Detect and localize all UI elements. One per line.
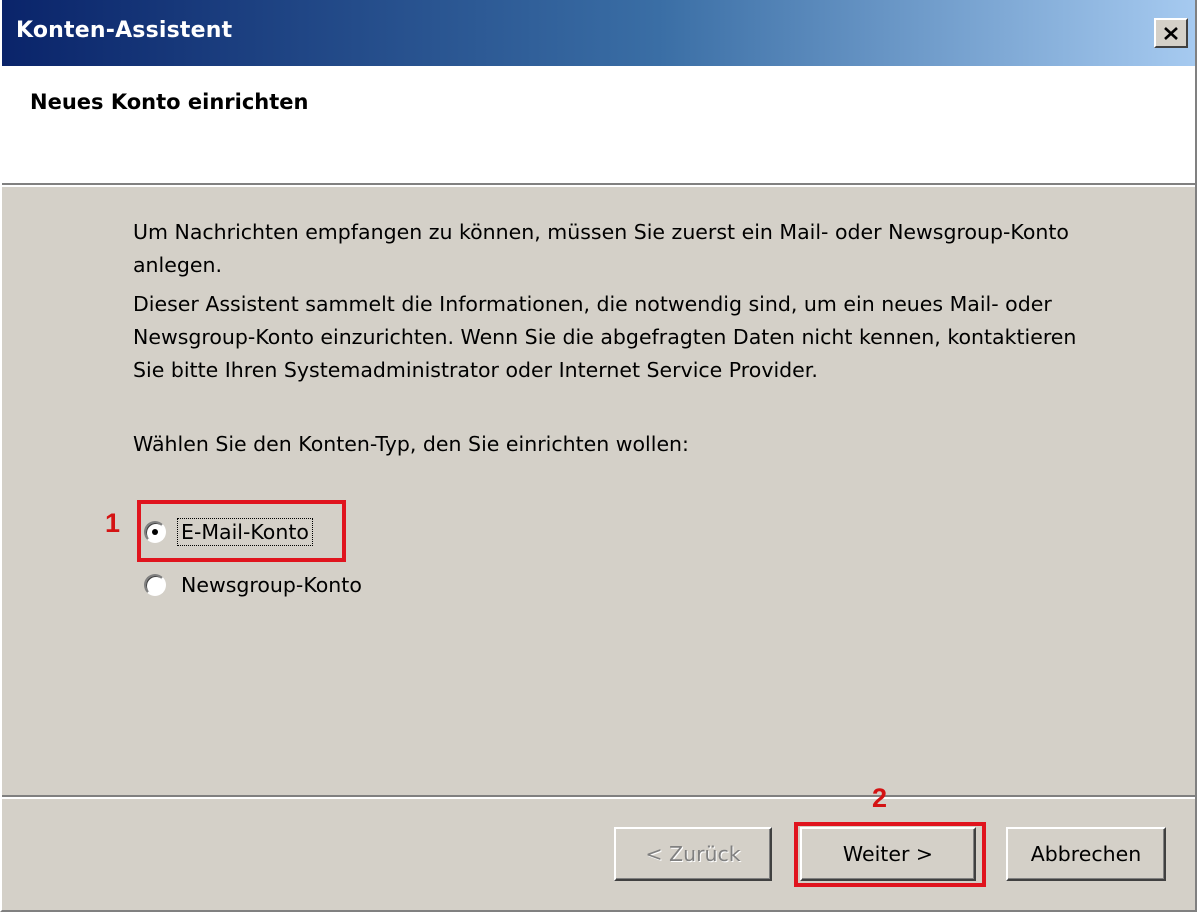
header-divider <box>2 183 1195 187</box>
radio-newsgroup-account[interactable]: Newsgroup-Konto <box>144 568 365 602</box>
annotation-number-2: 2 <box>872 783 888 813</box>
intro-text: Um Nachrichten empfangen zu können, müss… <box>133 220 1069 277</box>
radio-label-newsgroup[interactable]: Newsgroup-Konto <box>178 572 365 598</box>
close-icon <box>1164 26 1178 40</box>
close-button[interactable] <box>1154 18 1188 48</box>
annotation-highlight-email <box>137 500 346 562</box>
back-button[interactable]: < Zurück <box>614 827 772 881</box>
title-bar[interactable]: Konten-Assistent <box>2 0 1195 66</box>
annotation-highlight-next <box>794 822 986 887</box>
footer-divider <box>2 795 1195 799</box>
account-type-prompt: Wählen Sie den Konten-Typ, den Sie einri… <box>133 432 689 456</box>
annotation-number-1: 1 <box>105 508 121 538</box>
window-title: Konten-Assistent <box>16 18 233 43</box>
description-text: Dieser Assistent sammelt die Information… <box>133 292 1077 382</box>
page-title: Neues Konto einrichten <box>30 90 309 114</box>
cancel-button[interactable]: Abbrechen <box>1006 827 1166 881</box>
radio-button-newsgroup[interactable] <box>144 574 166 596</box>
wizard-dialog: Konten-Assistent Neues Konto einrichten … <box>0 0 1197 912</box>
wizard-header: Neues Konto einrichten <box>2 66 1195 184</box>
